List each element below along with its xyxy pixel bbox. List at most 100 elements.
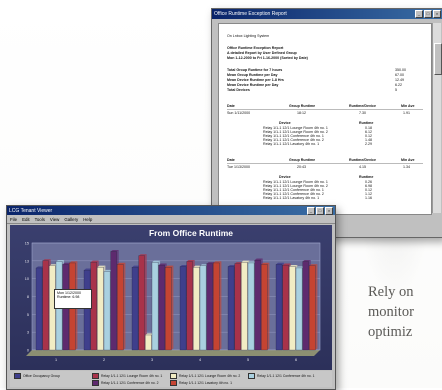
summary-label: Mean Device Runtime per 1-8 Hrs [227, 78, 284, 82]
bar [193, 267, 200, 351]
bar [158, 264, 165, 351]
legend-swatch [170, 380, 177, 386]
divider [227, 109, 423, 110]
bar [234, 263, 241, 351]
close-icon[interactable]: × [433, 10, 441, 18]
report-scrollbar[interactable] [432, 23, 442, 213]
chart-legend: Office Occupancy Group Relay 1/1-1 12/1 L… [10, 371, 332, 387]
table-cell: 4.15 [359, 165, 366, 169]
maximize-icon[interactable]: □ [424, 10, 432, 18]
bar [227, 266, 235, 351]
col-header: Min Ave [401, 158, 415, 162]
bar-side [123, 262, 126, 350]
report-subheading-2: Mon 1-12-2000 to Fri 1-16-2000 (Sorted b… [227, 56, 308, 60]
bar [117, 264, 124, 351]
col-header: Date [227, 104, 235, 108]
detail-device: Relay 1/1-1 12/1 Lavatory 4th no. 1 [263, 196, 320, 200]
plot-floor [26, 350, 320, 356]
bar [35, 267, 43, 351]
menu-edit[interactable]: Edit [22, 217, 30, 222]
table-cell: 20:43 [297, 165, 306, 169]
table-cell: 1.34 [403, 165, 410, 169]
y-tick-label: 13 [25, 259, 29, 263]
bar [103, 271, 111, 351]
bar [165, 267, 172, 351]
report-titlebar[interactable]: Office Runtime Exception Report _ □ × [212, 9, 442, 19]
close-icon[interactable]: × [325, 206, 333, 215]
legend-label: Relay 1/1-1 12/1 Conference 4th no. 2 [101, 381, 159, 385]
chart-tooltip: Mon 1/12/2000 Runtime: 6.98 [54, 289, 92, 309]
legend-swatch [14, 373, 21, 379]
detail-header: Runtime [359, 121, 374, 125]
x-tick-label: 5 [247, 358, 249, 362]
bar [261, 264, 268, 351]
bar [179, 266, 187, 351]
report-heading: Office Runtime Exception Report [227, 46, 284, 50]
detail-header: Device [279, 175, 291, 179]
bar [254, 259, 261, 351]
report-window: Office Runtime Exception Report _ □ × On… [211, 8, 442, 238]
col-header: Min Ave [401, 104, 415, 108]
x-tick-label: 3 [151, 358, 153, 362]
legend-item: Relay 1/1-1 12/1 Conference 4th no. 1 [248, 373, 315, 379]
menu-tools[interactable]: Tools [35, 217, 45, 222]
menu-gallery[interactable]: Gallery [64, 217, 78, 222]
bar [138, 255, 145, 351]
scrollbar-thumb[interactable] [434, 43, 442, 75]
summary-label: Total Devices [227, 88, 250, 92]
summary-label: Total Group Runtime for 7 hours [227, 68, 283, 72]
minimize-icon[interactable]: _ [307, 206, 315, 215]
table-cell: Tue 1/13/2000 [227, 165, 251, 169]
summary-value: 350.00 [395, 68, 406, 72]
legend-swatch [170, 373, 177, 379]
bar [295, 267, 303, 351]
bar-side [267, 262, 270, 350]
table-cell: Sun 1/11/2000 [227, 111, 251, 115]
caption-line: Rely on [368, 284, 414, 300]
y-tick-label: 5 [27, 313, 29, 317]
legend-item: Relay 1/1-1 12/1 Conference 4th no. 2 [92, 380, 159, 386]
bar [110, 251, 117, 351]
legend-label: Office Occupancy Group [23, 374, 61, 378]
col-header: Group Runtime [289, 158, 316, 162]
x-tick-label: 2 [103, 358, 105, 362]
legend-label: Relay 1/1-1 12/1 Lounge Room 4th no. 2 [179, 374, 241, 378]
y-tick-label: 0 [27, 349, 29, 353]
bar [206, 263, 213, 351]
menu-help[interactable]: Help [83, 217, 92, 222]
menu-file[interactable]: File [10, 217, 17, 222]
chart-title: From Office Runtime [149, 228, 233, 238]
legend-swatch [92, 380, 99, 386]
report-paper: On Lnbox Lighting System Office Runtime … [218, 23, 432, 215]
chart-titlebar[interactable]: LCG Tenant Viewer _ □ × [7, 206, 335, 215]
summary-label: Mean Device Runtime per Day [227, 83, 279, 87]
bar-side [171, 265, 174, 350]
caption-text: Rely on monitor optimiz [368, 282, 414, 342]
summary-value: 5 [395, 88, 397, 92]
detail-runtime: 1.16 [365, 196, 372, 200]
detail-runtime: 2.29 [365, 142, 372, 146]
report-header-small: On Lnbox Lighting System [227, 34, 270, 38]
table-cell: 7.30 [359, 111, 366, 115]
legend-item: Relay 1/1-1 12/1 Lavatory 4th no. 1 [170, 380, 232, 386]
bar-side [219, 261, 222, 350]
bar [302, 261, 309, 351]
y-tick-label: 3 [27, 331, 29, 335]
menu-view[interactable]: View [50, 217, 59, 222]
x-tick-label: 6 [295, 358, 297, 362]
legend-label: Relay 1/1-1 12/1 Conference 4th no. 1 [257, 374, 315, 378]
bar [213, 262, 220, 351]
col-header: Group Runtime [289, 104, 316, 108]
bar [275, 264, 283, 351]
bar [289, 266, 296, 351]
table-cell: 1.91 [403, 111, 410, 115]
table-cell: 18:12 [297, 111, 306, 115]
y-tick-label: 8 [27, 295, 29, 299]
bar [97, 267, 104, 351]
minimize-icon[interactable]: _ [415, 10, 423, 18]
tooltip-line: Runtime: 6.98 [57, 295, 80, 300]
col-header: Date [227, 158, 235, 162]
maximize-icon[interactable]: □ [316, 206, 324, 215]
legend-swatch [92, 373, 99, 379]
report-subheading-1: A detailed Report by User Defined Group [227, 51, 297, 55]
